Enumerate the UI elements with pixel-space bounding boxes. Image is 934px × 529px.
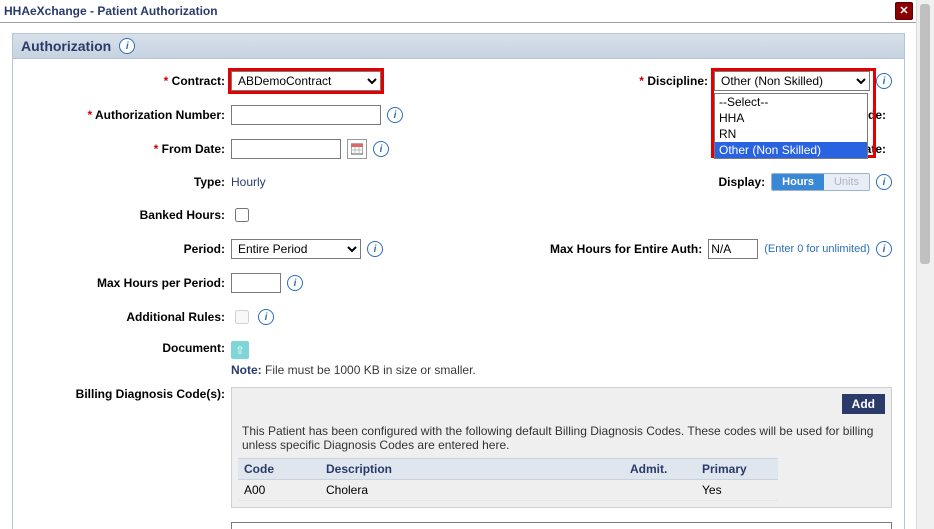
notes-textarea[interactable]: [231, 522, 892, 529]
window-title: HHAeXchange - Patient Authorization: [4, 4, 895, 18]
document-label: Document:: [25, 341, 231, 355]
banked-checkbox[interactable]: [235, 208, 249, 222]
discipline-dropdown-list[interactable]: --Select-- HHA RN Other (Non Skilled): [714, 93, 868, 159]
info-icon[interactable]: i: [367, 241, 383, 257]
discipline-option[interactable]: Other (Non Skilled): [715, 142, 867, 158]
table-row: A00 Cholera Yes: [238, 480, 778, 501]
contract-select[interactable]: ABDemoContract: [231, 71, 381, 91]
mhpp-input[interactable]: [231, 273, 281, 293]
mhpp-label: Max Hours per Period:: [25, 276, 231, 290]
cell-admit: [624, 480, 696, 501]
col-code: Code: [238, 459, 320, 480]
calendar-icon[interactable]: [347, 139, 367, 159]
period-select[interactable]: Entire Period: [231, 239, 361, 259]
period-label: Period:: [25, 242, 231, 256]
discipline-select[interactable]: Other (Non Skilled): [714, 71, 870, 91]
maxentire-hint: (Enter 0 for unlimited): [764, 243, 870, 255]
col-desc: Description: [320, 459, 624, 480]
maxentire-label: Max Hours for Entire Auth:: [431, 242, 708, 256]
diag-table: Code Description Admit. Primary A00 C: [238, 458, 778, 501]
addrules-checkbox: [235, 310, 249, 324]
authnum-input[interactable]: [231, 105, 381, 125]
diag-note: This Patient has been configured with th…: [238, 414, 885, 458]
info-icon[interactable]: i: [287, 275, 303, 291]
type-label: Type:: [25, 175, 231, 189]
upload-icon[interactable]: ⇧: [231, 341, 249, 359]
contract-label: Contract:: [25, 74, 231, 88]
type-value: Hourly: [231, 175, 431, 189]
addrules-label: Additional Rules:: [25, 310, 231, 324]
authnum-label: Authorization Number:: [25, 108, 231, 122]
diag-box: Add This Patient has been configured wit…: [231, 387, 892, 508]
cell-primary: Yes: [696, 480, 778, 501]
info-icon[interactable]: i: [258, 309, 274, 325]
discipline-option[interactable]: HHA: [715, 110, 867, 126]
col-admit: Admit.: [624, 459, 696, 480]
discipline-option[interactable]: RN: [715, 126, 867, 142]
info-icon[interactable]: i: [876, 174, 892, 190]
maxentire-input: [708, 239, 758, 259]
add-button[interactable]: Add: [842, 394, 885, 414]
cell-desc: Cholera: [320, 480, 624, 501]
vertical-scrollbar[interactable]: [916, 0, 934, 529]
info-icon[interactable]: i: [876, 241, 892, 257]
close-icon[interactable]: ✕: [895, 2, 913, 20]
info-icon[interactable]: i: [387, 107, 403, 123]
info-icon[interactable]: i: [119, 38, 135, 54]
discipline-label: Discipline:: [431, 74, 714, 88]
display-label: Display:: [431, 175, 771, 189]
fromdate-input[interactable]: [231, 139, 341, 159]
panel-title: Authorization: [21, 38, 111, 54]
display-toggle[interactable]: Hours Units: [771, 173, 870, 191]
diag-label: Billing Diagnosis Code(s):: [25, 383, 231, 401]
banked-label: Banked Hours:: [25, 208, 231, 222]
cell-code: A00: [238, 480, 320, 501]
info-icon[interactable]: i: [876, 73, 892, 89]
display-hours[interactable]: Hours: [772, 174, 824, 190]
scrollbar-thumb[interactable]: [920, 4, 930, 264]
info-icon[interactable]: i: [373, 141, 389, 157]
col-primary: Primary: [696, 459, 778, 480]
document-note: Note: File must be 1000 KB in size or sm…: [231, 363, 476, 377]
display-units[interactable]: Units: [824, 174, 869, 190]
discipline-option[interactable]: --Select--: [715, 94, 867, 110]
fromdate-label: From Date:: [25, 142, 231, 156]
